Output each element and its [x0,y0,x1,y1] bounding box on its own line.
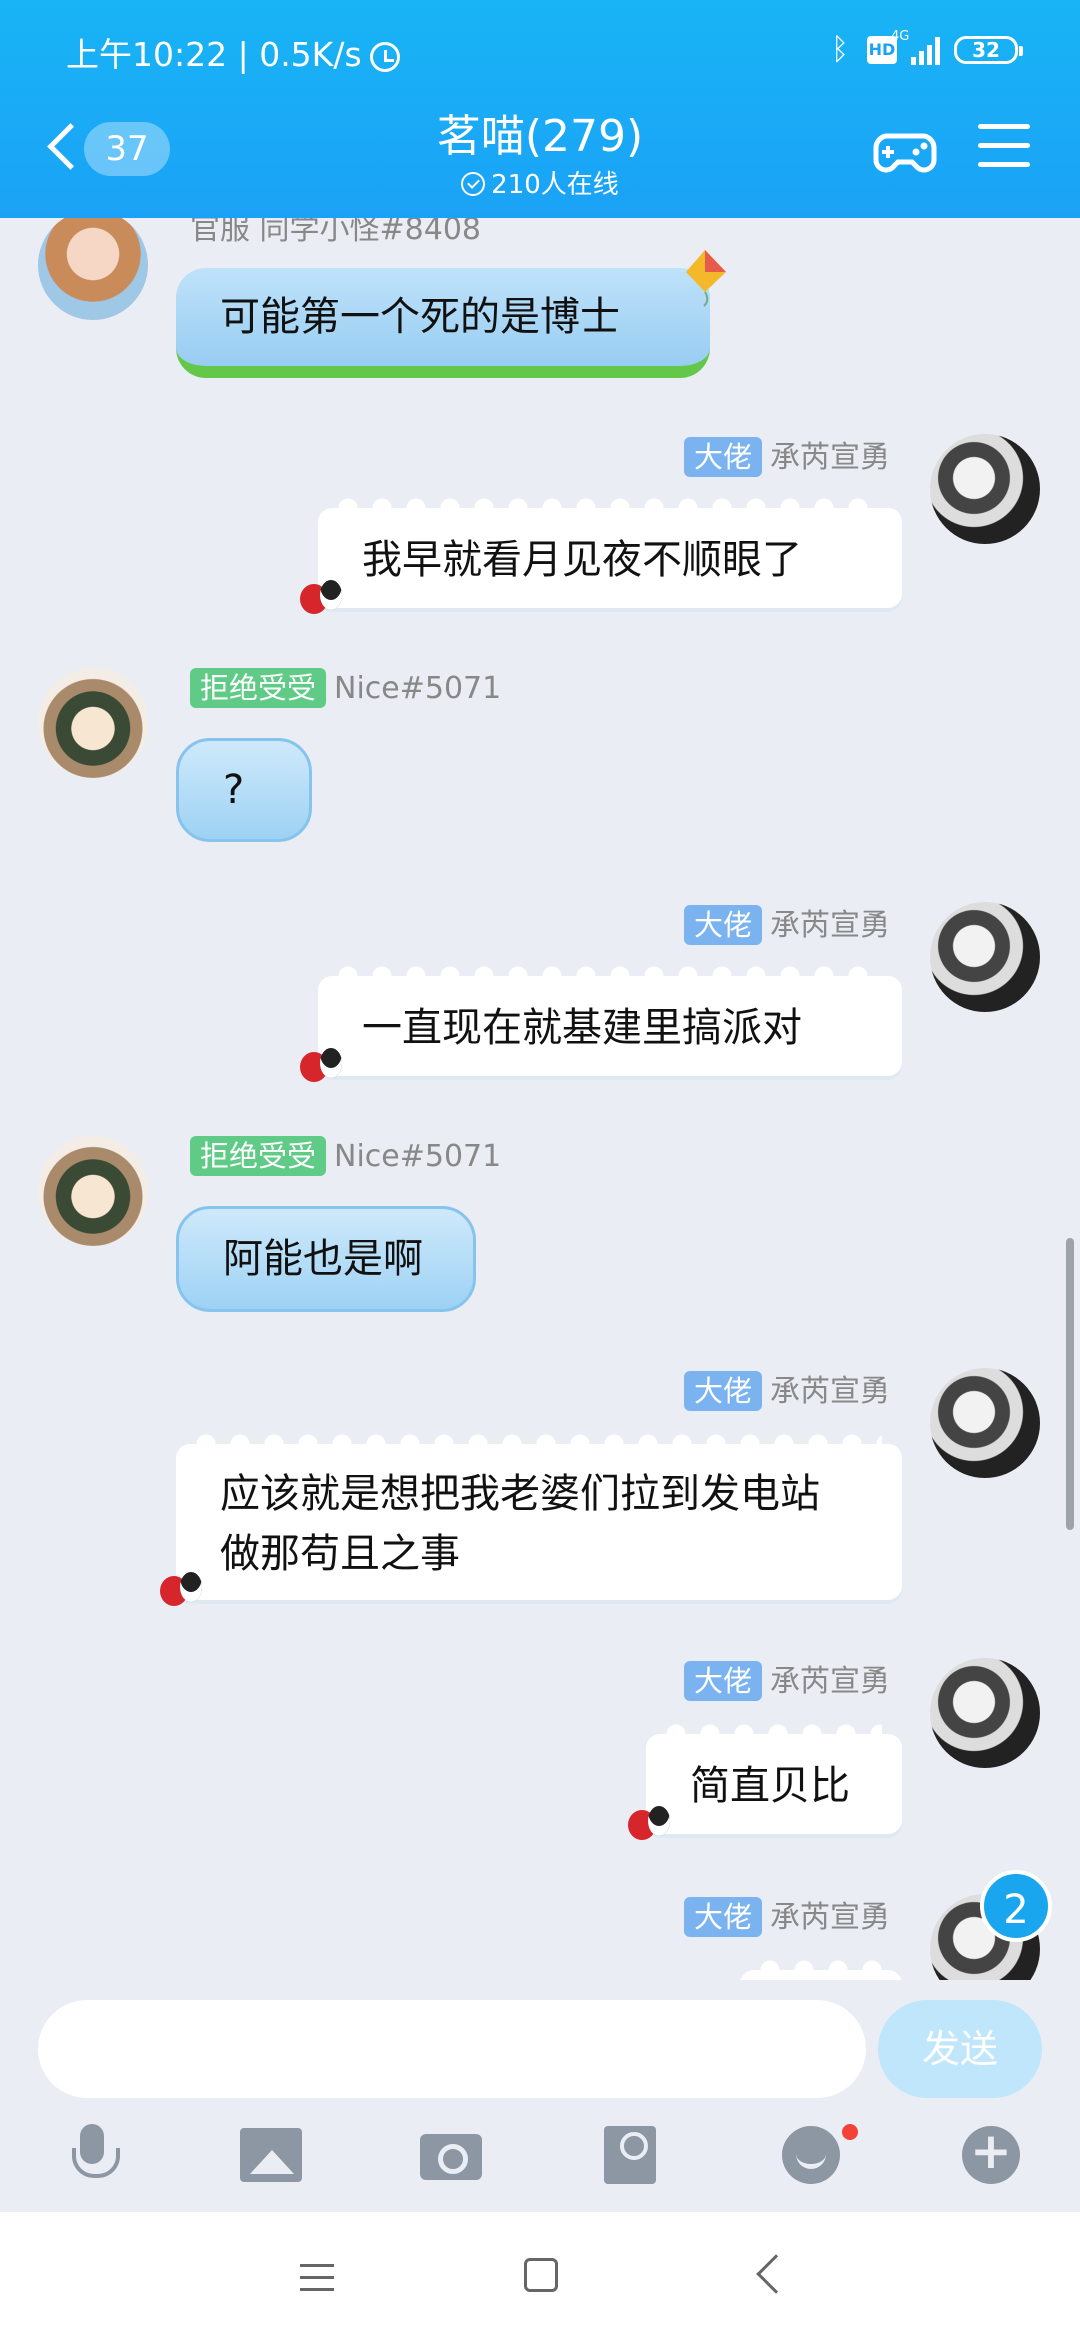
battery-icon: 32 [954,36,1023,64]
message-list[interactable]: 官服 同学小怪#8408 可能第一个死的是博士 大佬 承芮宣勇 我早就看月见夜不顺… [0,218,1080,1980]
avatar[interactable] [930,434,1040,544]
sender-meta: 大佬 承芮宣勇 [683,900,890,945]
message-bubble[interactable]: 一直现在就基建里搞派对 [318,966,902,1080]
title-badge: 大佬 [683,1661,762,1701]
gamepad-icon[interactable] [872,122,938,178]
signal-icon: 4G [891,29,940,65]
send-button[interactable]: 发送 [878,2000,1042,2098]
message-bubble[interactable]: 可能第一个死的是博士 [176,268,710,378]
scrollbar[interactable] [1066,1238,1074,1530]
system-nav-bar [0,2212,1080,2340]
message-input[interactable] [38,2000,866,2098]
qq-pet-icon [296,576,346,620]
message-bubble[interactable]: ? [176,738,312,842]
new-messages-badge[interactable]: 2 [980,1870,1052,1942]
sender-name: 官服 同学小怪#8408 [190,218,482,247]
sender-meta: 大佬 承芮宣勇 [683,1892,890,1937]
online-count-text: 210人在线 [491,170,619,200]
message-text: 我早就看月见夜不顺眼了 [362,537,802,583]
sender-name: 承芮宣勇 [770,1664,890,1699]
title-badge: 大佬 [683,1371,762,1411]
qq-pet-icon [624,1802,674,1846]
alarm-icon [369,41,400,72]
camera-icon[interactable] [416,2120,488,2192]
message-text: 简直贝比 [690,1763,850,1809]
message-text: 可能第一个死的是博士 [220,294,620,340]
microphone-icon[interactable] [56,2120,128,2192]
avatar[interactable] [930,902,1040,1012]
sender-name: 承芮宣勇 [770,1900,890,1935]
message-text: 阿能也是啊 [223,1236,423,1282]
title-badge: 拒绝受受 [190,1136,327,1176]
kite-icon [686,250,726,307]
check-circle-icon [461,172,486,196]
avatar[interactable] [930,1658,1040,1768]
plus-icon[interactable] [956,2120,1028,2192]
bluetooth-icon: ᛒ [831,32,849,67]
avatar[interactable] [38,1136,148,1246]
title-badge: 大佬 [683,1897,762,1937]
input-area: 发送 [0,1980,1080,2212]
message-bubble[interactable]: 应该就是想把我老婆们拉到发电站做那苟且之事 [176,1434,902,1604]
title-badge: 大佬 [683,905,762,945]
nav-back-icon[interactable] [756,2254,796,2294]
message-text: 应该就是想把我老婆们拉到发电站做那苟且之事 [220,1471,820,1577]
title-badge: 拒绝受受 [190,668,327,708]
status-icons: ᛒ HD 4G 32 [831,29,1023,70]
sender-name: 承芮宣勇 [770,1374,890,1409]
recents-icon[interactable] [300,2264,334,2292]
status-time: 上午10:22 | 0.5K/s [66,28,400,76]
message-text: ? [223,767,245,813]
sender-meta: 大佬 承芮宣勇 [683,1656,890,1701]
qq-pet-icon [296,1044,346,1088]
status-time-speed: 上午10:22 | 0.5K/s [66,35,362,74]
message-bubble[interactable]: 简直贝比 [646,1724,902,1838]
sender-meta: 大佬 承芮宣勇 [683,1366,890,1411]
sender-name: 承芮宣勇 [770,440,890,475]
avatar[interactable] [930,1368,1040,1478]
sender-name: Nice#5071 [334,671,502,706]
avatar[interactable] [38,218,148,320]
qq-pet-icon [156,1568,206,1612]
image-icon[interactable] [236,2120,308,2192]
red-envelope-icon[interactable] [596,2120,668,2192]
notification-dot [842,2124,858,2140]
sender-meta: 拒绝受受 Nice#5071 [190,1136,501,1176]
sender-meta: 大佬 承芮宣勇 [683,432,890,477]
message-bubble[interactable]: 阿能也是啊 [176,1206,476,1312]
input-toolbar [0,2120,1080,2200]
emoji-icon[interactable] [776,2120,848,2192]
message-bubble[interactable] [740,1960,902,1980]
status-bar: 上午10:22 | 0.5K/s ᛒ HD 4G 32 [0,0,1080,100]
menu-icon[interactable] [978,124,1030,170]
title-badge: 大佬 [683,437,762,477]
message-bubble[interactable]: 我早就看月见夜不顺眼了 [318,498,902,612]
home-icon[interactable] [524,2258,558,2292]
sender-meta: 拒绝受受 Nice#5071 [190,668,501,708]
sender-name: 承芮宣勇 [770,908,890,943]
avatar[interactable] [38,668,148,778]
network-label: 4G [891,29,910,44]
sender-name: Nice#5071 [334,1139,502,1174]
message-text: 一直现在就基建里搞派对 [362,1005,802,1051]
chat-header: 上午10:22 | 0.5K/s ᛒ HD 4G 32 37 茗喵(279) 2… [0,0,1080,218]
